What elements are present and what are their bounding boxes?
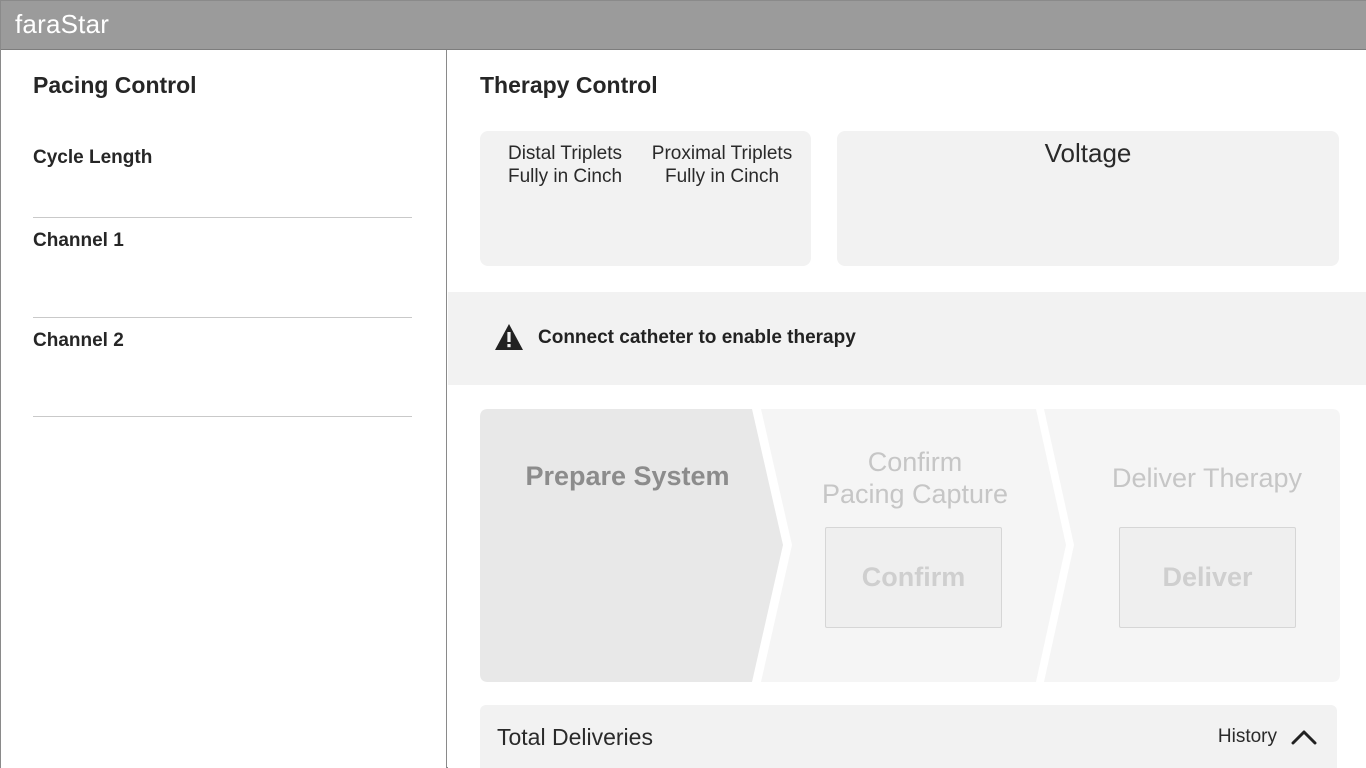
channel-1-label: Channel 1 <box>33 230 124 251</box>
channel-1-divider <box>33 317 412 318</box>
confirm-pacing-capture-step: Confirm Pacing Capture <box>800 446 1030 510</box>
distal-triplets-label: Distal Triplets <box>507 143 623 164</box>
prepare-step-shape <box>480 409 783 682</box>
voltage-card: Voltage <box>837 131 1339 266</box>
cycle-length-label: Cycle Length <box>33 147 153 168</box>
title-bar: faraStar <box>1 1 1366 50</box>
total-deliveries-bar: Total Deliveries History <box>480 705 1337 768</box>
app-title: faraStar <box>15 9 110 39</box>
confirm-step-title-line2: Pacing Capture <box>821 479 1009 509</box>
triplets-status-card: Distal Triplets Fully in Cinch Proximal … <box>480 131 811 266</box>
warning-icon <box>495 324 523 350</box>
pacing-control-panel: Pacing Control Cycle Length Channel 1 Ch… <box>1 50 447 768</box>
history-toggle[interactable]: History <box>1218 719 1317 755</box>
prepare-system-step: Prepare System <box>525 461 730 491</box>
therapy-control-panel: Therapy Control Distal Triplets Fully in… <box>448 50 1366 768</box>
channel-2-divider <box>33 416 412 417</box>
app-window: faraStar Pacing Control Cycle Length Cha… <box>0 0 1366 768</box>
distal-cinch-label: Fully in Cinch <box>507 166 623 187</box>
channel-2-label: Channel 2 <box>33 330 124 351</box>
alert-message: Connect catheter to enable therapy <box>538 327 856 348</box>
proximal-triplets-status: Proximal Triplets Fully in Cinch <box>644 142 800 188</box>
therapy-control-heading: Therapy Control <box>480 72 658 98</box>
catheter-alert-banner: Connect catheter to enable therapy <box>448 292 1366 385</box>
chevron-up-icon <box>1291 730 1317 745</box>
confirm-step-title-line1: Confirm <box>867 447 963 477</box>
proximal-triplets-label: Proximal Triplets <box>651 143 793 164</box>
distal-triplets-status: Distal Triplets Fully in Cinch <box>492 142 638 188</box>
confirm-button[interactable]: Confirm <box>825 527 1002 628</box>
history-label: History <box>1217 726 1277 747</box>
proximal-cinch-label: Fully in Cinch <box>664 166 780 187</box>
therapy-steps: Prepare System Confirm Pacing Capture Co… <box>480 409 1340 682</box>
cycle-length-divider <box>33 217 412 218</box>
deliver-therapy-step: Deliver Therapy <box>1111 463 1303 493</box>
voltage-label: Voltage <box>1044 138 1132 168</box>
pacing-control-heading: Pacing Control <box>33 72 197 98</box>
deliver-button[interactable]: Deliver <box>1119 527 1296 628</box>
total-deliveries-label: Total Deliveries <box>497 724 653 750</box>
